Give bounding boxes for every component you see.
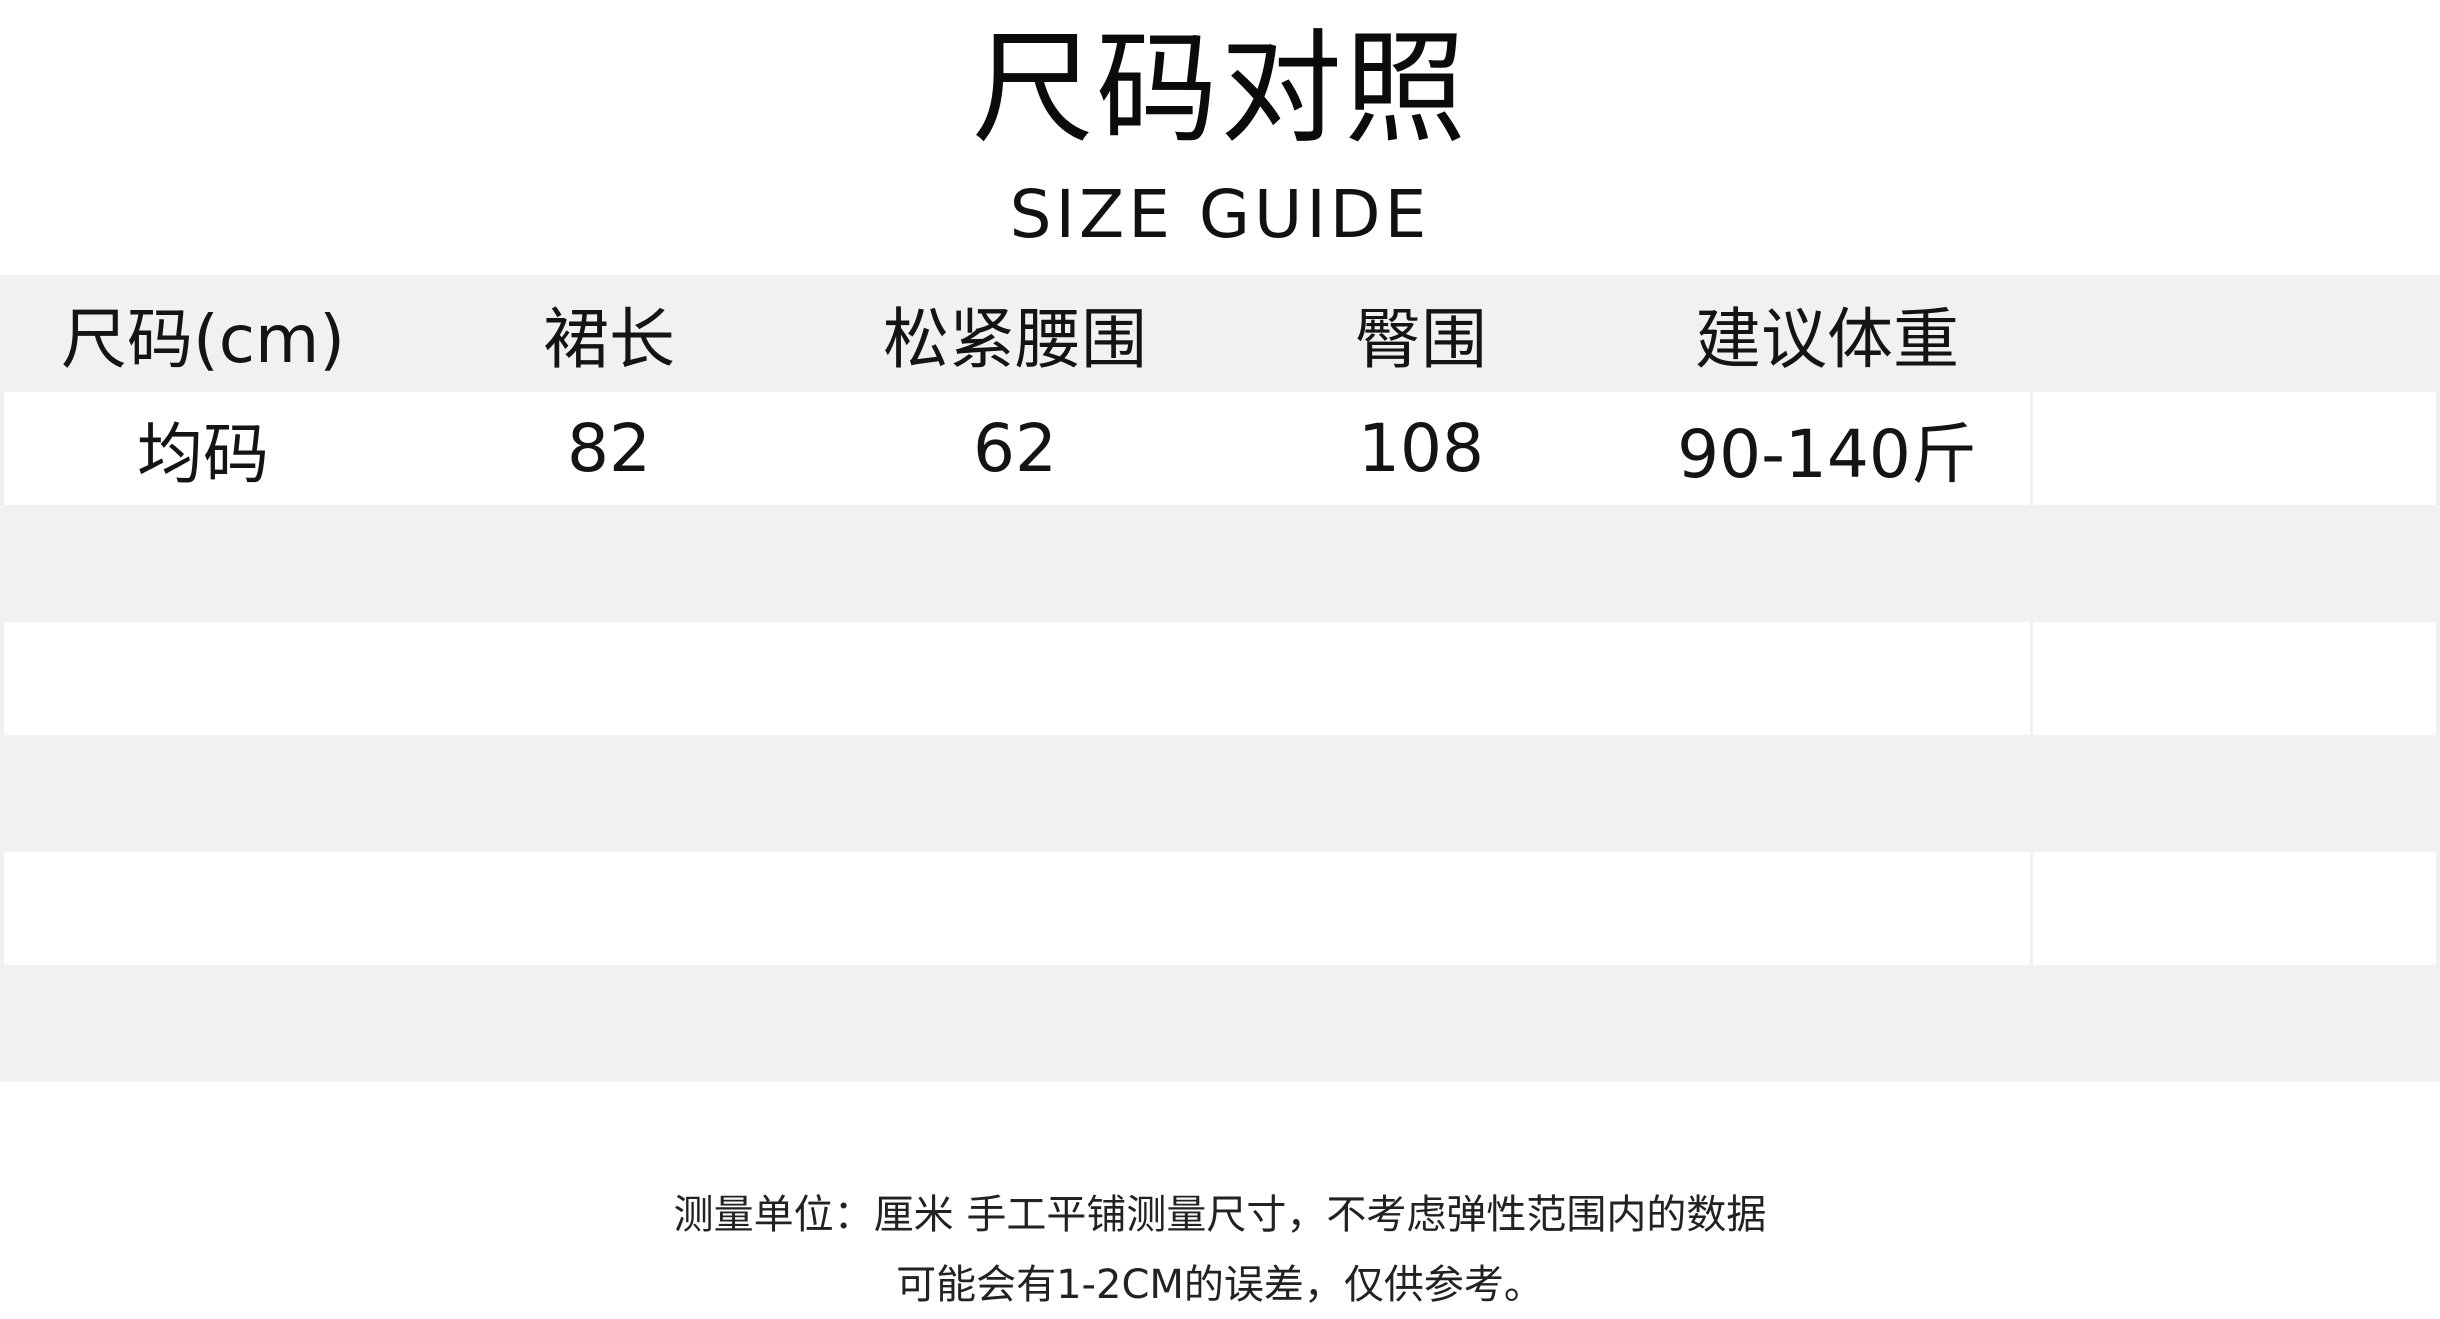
measurement-note: 测量单位：厘米 手工平铺测量尺寸，不考虑弹性范围内的数据 xyxy=(673,1192,1767,1238)
tolerance-note: 可能会有1-2CM的误差，仅供参考。 xyxy=(896,1262,1544,1308)
size-table: 尺码(cm) 裙长 松紧腰围 臀围 建议体重 均码 82 62 108 90-1… xyxy=(0,275,2440,1082)
table-row-empty xyxy=(0,505,2440,622)
header-waist: 松紧腰围 xyxy=(883,300,1147,378)
table-header-row: 尺码(cm) 裙长 松紧腰围 臀围 建议体重 xyxy=(0,275,2440,392)
page-subtitle: SIZE GUIDE xyxy=(1009,176,1431,253)
cell-skirt-length: 82 xyxy=(567,410,651,487)
table-row-empty xyxy=(0,622,2440,735)
table-row-empty xyxy=(0,965,2440,1082)
cell-hip: 108 xyxy=(1358,410,1484,487)
cell-weight: 90-140斤 xyxy=(1677,415,1977,493)
header-weight: 建议体重 xyxy=(1695,300,1959,378)
header-hip: 臀围 xyxy=(1355,300,1487,378)
cell-size: 均码 xyxy=(137,415,269,493)
cell-waist: 62 xyxy=(973,410,1057,487)
table-row-empty xyxy=(0,735,2440,852)
page-title: 尺码对照 xyxy=(972,18,1468,160)
header-size: 尺码(cm) xyxy=(60,300,346,378)
header-skirt-length: 裙长 xyxy=(543,300,675,378)
table-row: 均码 82 62 108 90-140斤 xyxy=(0,392,2440,505)
table-row-empty xyxy=(0,852,2440,965)
